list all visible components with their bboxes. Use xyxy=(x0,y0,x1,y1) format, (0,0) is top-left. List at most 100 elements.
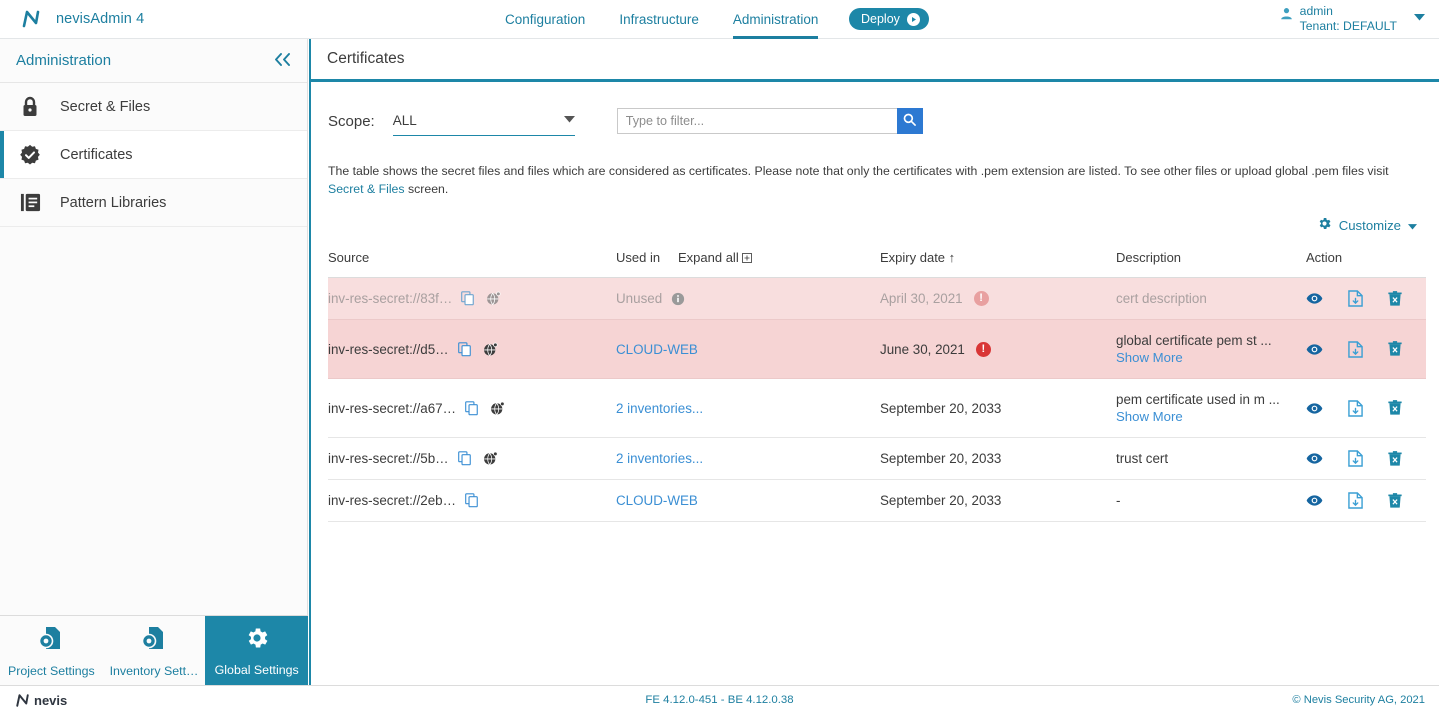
description-value: - xyxy=(1116,493,1120,508)
cell-source: inv-res-secret://a67… xyxy=(328,379,616,438)
user-tenant: Tenant: DEFAULT xyxy=(1300,19,1397,33)
sidebar-item-label: Certificates xyxy=(60,147,133,163)
tab-administration[interactable]: Administration xyxy=(733,1,819,39)
table-row[interactable]: inv-res-secret://a67… 2 inventories... Sep… xyxy=(328,379,1426,438)
project-settings-icon xyxy=(37,624,65,657)
delete-certificate-icon[interactable] xyxy=(1388,493,1402,509)
bottomnav-item-project-settings[interactable]: Project Settings xyxy=(0,616,103,685)
scope-label: Scope: xyxy=(328,113,375,130)
cell-actions xyxy=(1306,320,1426,379)
cell-expiry-date: September 20, 2033 xyxy=(880,480,1116,522)
bottomnav-item-label: Global Settings xyxy=(215,663,299,677)
expired-warning-icon xyxy=(974,291,989,306)
copy-icon[interactable] xyxy=(465,493,479,508)
search-input[interactable] xyxy=(617,108,897,134)
table-row[interactable]: inv-res-secret://5b…2 inventories...Sept… xyxy=(328,438,1426,480)
table-row[interactable]: inv-res-secret://d5… CLOUD-WEB June 30, 20… xyxy=(328,320,1426,379)
source-text: inv-res-secret://d5… xyxy=(328,342,449,357)
view-certificate-icon[interactable] xyxy=(1306,452,1323,465)
footer: nevis FE 4.12.0-451 - BE 4.12.0.38 © Nev… xyxy=(0,685,1439,714)
col-header-description[interactable]: Description xyxy=(1116,250,1306,278)
expand-all-label: Expand all xyxy=(678,250,739,265)
cell-actions xyxy=(1306,379,1426,438)
sidebar-item-label: Secret & Files xyxy=(60,99,150,115)
copy-icon[interactable] xyxy=(465,401,479,416)
used-in-value[interactable]: CLOUD-WEB xyxy=(616,342,698,357)
tab-infrastructure[interactable]: Infrastructure xyxy=(619,1,699,39)
delete-certificate-icon[interactable] xyxy=(1388,400,1402,416)
search-button[interactable] xyxy=(897,108,923,134)
download-certificate-icon[interactable] xyxy=(1348,341,1363,358)
used-in-value: Unused xyxy=(616,291,662,306)
sidebar-header: Administration xyxy=(0,39,307,83)
show-more-link[interactable]: Show More xyxy=(1116,350,1183,365)
application-window: nevisAdmin 4 Configuration Infrastructur… xyxy=(0,0,1439,714)
source-text: inv-res-secret://2eb… xyxy=(328,493,456,508)
col-header-expiry-date[interactable]: Expiry date ↑ xyxy=(880,250,1116,278)
used-in-value[interactable]: 2 inventories... xyxy=(616,451,703,466)
globe-icon[interactable] xyxy=(483,342,498,357)
chevron-down-icon[interactable] xyxy=(1414,8,1425,26)
cell-expiry-date: June 30, 2021 xyxy=(880,320,1116,379)
globe-icon[interactable] xyxy=(490,401,505,416)
info-icon[interactable] xyxy=(671,292,685,306)
top-navigation: Configuration Infrastructure Administrat… xyxy=(505,0,818,39)
cell-expiry-date: September 20, 2033 xyxy=(880,379,1116,438)
cell-source: inv-res-secret://2eb… xyxy=(328,480,616,522)
sidebar-item-secret-files[interactable]: Secret & Files xyxy=(0,83,307,131)
user-info: admin Tenant: DEFAULT xyxy=(1300,4,1397,34)
delete-certificate-icon[interactable] xyxy=(1388,291,1402,307)
customize-label: Customize xyxy=(1339,218,1401,233)
copy-icon[interactable] xyxy=(458,451,472,466)
brand[interactable]: nevisAdmin 4 xyxy=(18,7,144,31)
download-certificate-icon[interactable] xyxy=(1348,492,1363,509)
bottomnav-item-inventory-settings[interactable]: Inventory Sett… xyxy=(103,616,206,685)
view-certificate-icon[interactable] xyxy=(1306,402,1323,415)
delete-certificate-icon[interactable] xyxy=(1388,341,1402,357)
cell-source: inv-res-secret://d5… xyxy=(328,320,616,379)
sort-ascending-icon: ↑ xyxy=(949,250,956,265)
lock-icon xyxy=(18,95,42,119)
view-certificate-icon[interactable] xyxy=(1306,343,1323,356)
delete-certificate-icon[interactable] xyxy=(1388,451,1402,467)
sidebar-item-certificates[interactable]: Certificates xyxy=(0,131,307,179)
user-menu[interactable]: admin Tenant: DEFAULT xyxy=(1280,4,1425,34)
scope-select[interactable]: ALL xyxy=(393,106,575,136)
customize-button[interactable]: Customize xyxy=(311,216,1417,234)
sidebar-item-pattern-libraries[interactable]: Pattern Libraries xyxy=(0,179,307,227)
description-text: The table shows the secret files and fil… xyxy=(328,164,1389,178)
download-certificate-icon[interactable] xyxy=(1348,450,1363,467)
expand-all-icon xyxy=(742,250,752,265)
view-certificate-icon[interactable] xyxy=(1306,292,1323,305)
bottom-navigation: Project Settings Inventory Sett… Global … xyxy=(0,615,308,685)
tab-configuration[interactable]: Configuration xyxy=(505,1,585,39)
sidebar-item-label: Pattern Libraries xyxy=(60,195,166,211)
view-certificate-icon[interactable] xyxy=(1306,494,1323,507)
nevis-logo-icon xyxy=(18,7,44,31)
bottomnav-item-global-settings[interactable]: Global Settings xyxy=(205,616,308,685)
table-row[interactable]: inv-res-secret://83f…UnusedApril 30, 202… xyxy=(328,278,1426,320)
deploy-button[interactable]: Deploy xyxy=(849,8,929,30)
copy-icon[interactable] xyxy=(461,291,475,306)
source-text: inv-res-secret://a67… xyxy=(328,401,456,416)
bottomnav-item-label: Inventory Sett… xyxy=(110,664,199,678)
table-header-row: Source Used in Expand all Expiry date ↑ … xyxy=(328,250,1426,278)
download-certificate-icon[interactable] xyxy=(1348,290,1363,307)
expand-all-toggle[interactable]: Expand all xyxy=(678,250,880,278)
sidebar-title: Administration xyxy=(16,52,111,69)
download-certificate-icon[interactable] xyxy=(1348,400,1363,417)
copy-icon[interactable] xyxy=(458,342,472,357)
table-row[interactable]: inv-res-secret://2eb… CLOUD-WEB September … xyxy=(328,480,1426,522)
secret-files-link[interactable]: Secret & Files xyxy=(328,182,405,196)
user-icon xyxy=(1280,7,1293,25)
collapse-sidebar-icon[interactable] xyxy=(274,52,291,69)
col-header-source[interactable]: Source xyxy=(328,250,616,278)
col-header-used-in[interactable]: Used in xyxy=(616,250,678,278)
show-more-link[interactable]: Show More xyxy=(1116,409,1183,424)
globe-icon[interactable] xyxy=(486,291,501,306)
globe-icon[interactable] xyxy=(483,451,498,466)
used-in-value[interactable]: CLOUD-WEB xyxy=(616,493,698,508)
used-in-value[interactable]: 2 inventories... xyxy=(616,401,703,416)
scope-select-value: ALL xyxy=(393,113,417,128)
main-panel: Certificates Scope: ALL The table shows … xyxy=(309,39,1439,685)
